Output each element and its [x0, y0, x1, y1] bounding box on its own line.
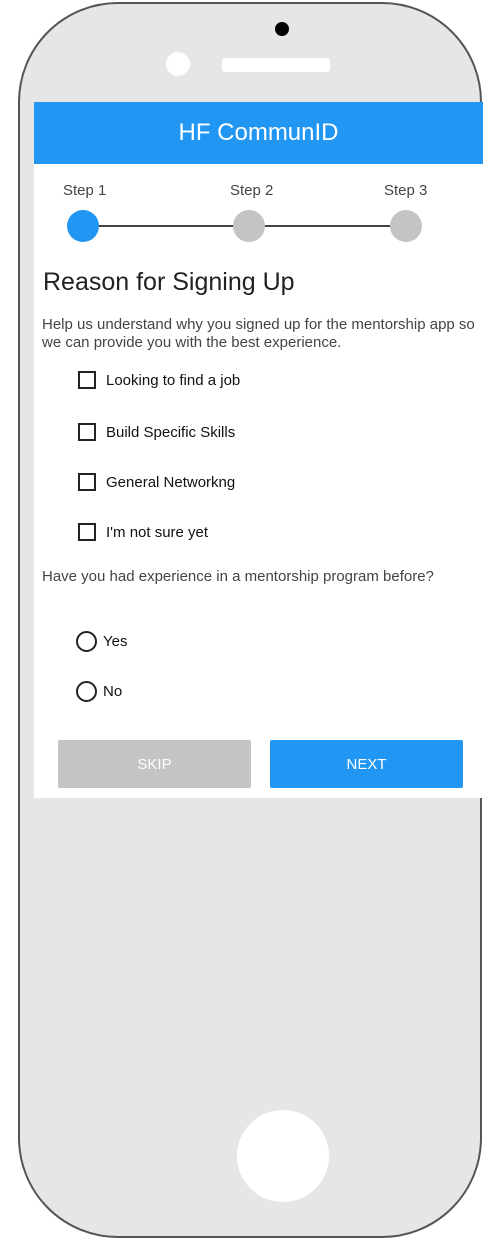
app-title: HF CommunID: [178, 119, 339, 146]
checkbox-icon[interactable]: [78, 423, 96, 441]
home-button[interactable]: [237, 1110, 329, 1202]
page-title: Reason for Signing Up: [43, 268, 295, 296]
skip-button-label: SKIP: [137, 755, 172, 773]
checkbox-label: I'm not sure yet: [106, 523, 209, 541]
front-sensor-icon: [166, 52, 190, 76]
step-2-label: Step 2: [230, 182, 274, 199]
checkbox-label: Build Specific Skills: [106, 423, 236, 441]
radio-yes[interactable]: Yes: [76, 630, 127, 652]
radio-icon[interactable]: [76, 680, 97, 702]
experience-question: Have you had experience in a mentorship …: [42, 568, 434, 585]
step-3-label: Step 3: [384, 182, 428, 199]
step-1-label: Step 1: [63, 182, 107, 199]
page-description: Help us understand why you signed up for…: [42, 316, 475, 351]
radio-icon[interactable]: [76, 630, 97, 652]
camera-icon: [275, 22, 289, 36]
checkbox-not-sure[interactable]: I'm not sure yet: [78, 522, 208, 542]
checkbox-label: General Networkng: [106, 473, 236, 491]
checkbox-icon[interactable]: [78, 473, 96, 491]
checkbox-icon[interactable]: [78, 523, 96, 541]
app-screen: HF CommunID Step 1 Step 2 Step 3 Reason …: [34, 102, 483, 798]
next-button-label: NEXT: [346, 755, 387, 773]
radio-no[interactable]: No: [76, 680, 122, 702]
skip-button[interactable]: SKIP: [58, 740, 251, 788]
app-bar: HF CommunID: [34, 102, 483, 164]
checkbox-label: Looking to find a job: [106, 371, 241, 389]
radio-label: Yes: [103, 632, 128, 650]
step-3-indicator[interactable]: [390, 210, 422, 242]
checkbox-icon[interactable]: [78, 371, 96, 389]
checkbox-networking[interactable]: General Networkng: [78, 472, 235, 492]
radio-label: No: [103, 682, 123, 700]
next-button[interactable]: NEXT: [270, 740, 463, 788]
stepper-connector: [264, 225, 404, 227]
step-1-indicator[interactable]: [67, 210, 99, 242]
checkbox-find-job[interactable]: Looking to find a job: [78, 370, 240, 390]
step-2-indicator[interactable]: [233, 210, 265, 242]
stepper-connector: [98, 225, 248, 227]
speaker-grille: [222, 58, 330, 72]
checkbox-build-skills[interactable]: Build Specific Skills: [78, 422, 235, 442]
